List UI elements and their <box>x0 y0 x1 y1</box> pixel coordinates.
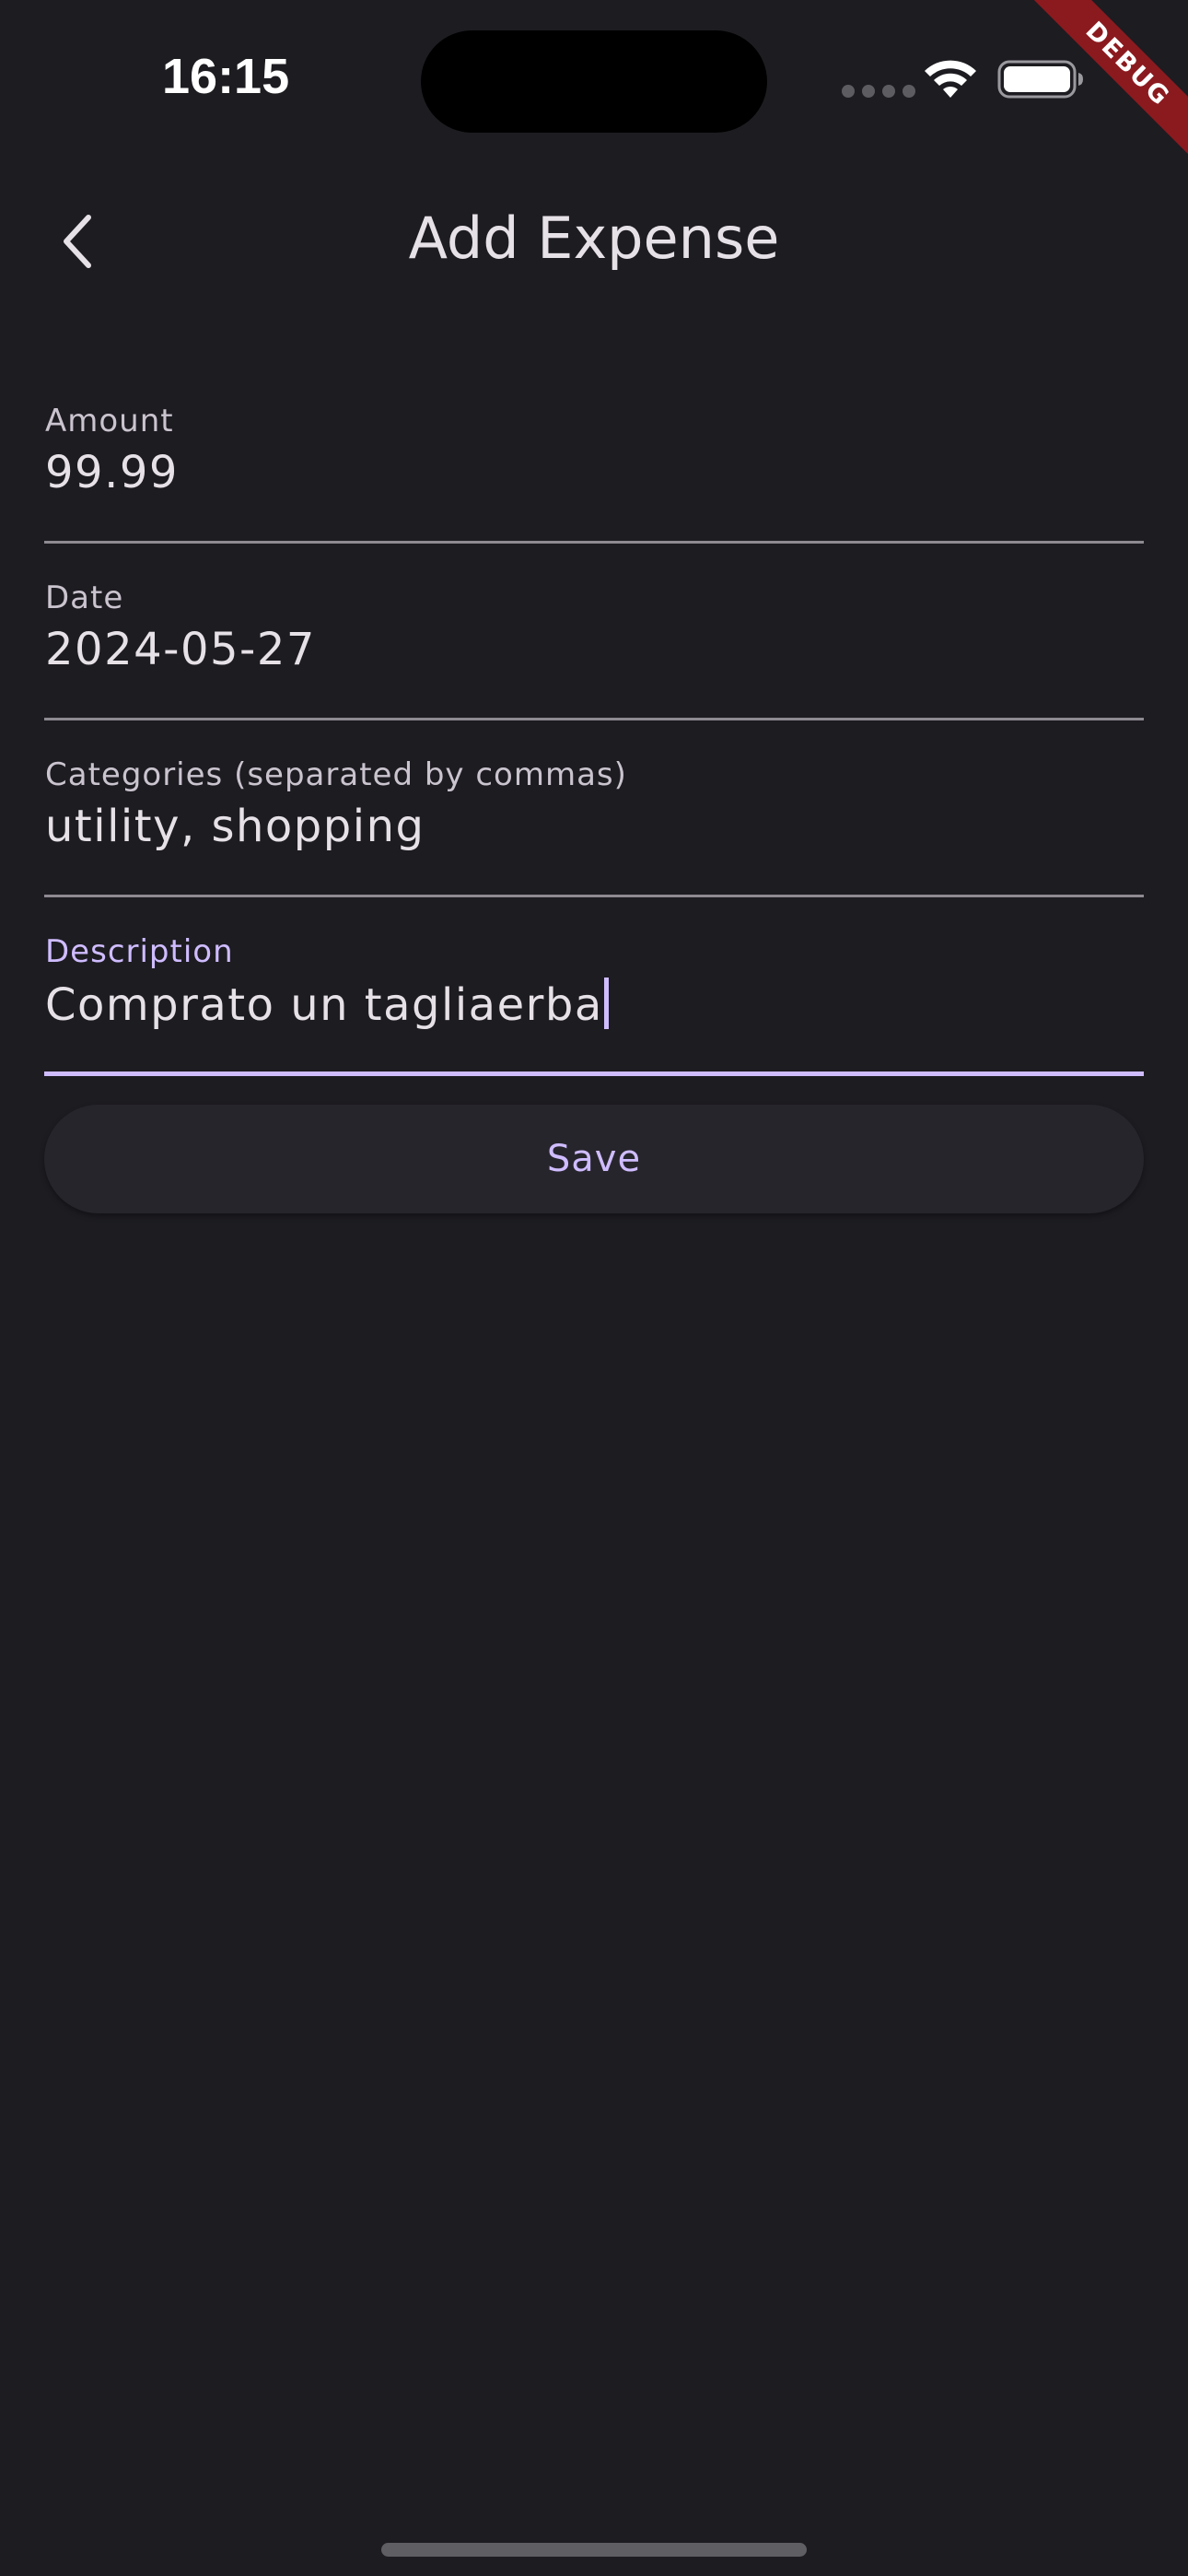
text-cursor <box>603 978 609 1029</box>
wifi-icon <box>925 60 976 98</box>
description-field-label: Description <box>45 933 234 970</box>
date-field[interactable]: Date 2024-05-27 <box>44 580 1144 720</box>
amount-field[interactable]: Amount 99.99 <box>44 403 1144 544</box>
debug-banner: DEBUG <box>1004 0 1188 184</box>
description-field[interactable]: Description Comprato un tagliaerba <box>44 933 1144 1076</box>
debug-banner-label: DEBUG <box>1015 0 1188 177</box>
cellular-signal-icon <box>842 85 915 98</box>
description-field-value: Comprato un tagliaerba <box>45 979 603 1031</box>
dynamic-island <box>421 30 767 133</box>
home-indicator[interactable] <box>381 2543 807 2557</box>
categories-field-value[interactable]: utility, shopping <box>45 801 425 852</box>
save-button[interactable]: Save <box>44 1105 1144 1213</box>
page-title: Add Expense <box>408 205 780 272</box>
date-field-label: Date <box>45 580 124 616</box>
description-field-input[interactable]: Comprato un tagliaerba <box>45 978 609 1031</box>
date-field-value[interactable]: 2024-05-27 <box>45 624 316 675</box>
amount-field-value[interactable]: 99.99 <box>45 447 179 498</box>
status-bar-time: 16:15 <box>162 49 290 104</box>
amount-field-label: Amount <box>45 403 174 439</box>
categories-field-label: Categories (separated by commas) <box>45 756 627 793</box>
categories-field[interactable]: Categories (separated by commas) utility… <box>44 756 1144 897</box>
